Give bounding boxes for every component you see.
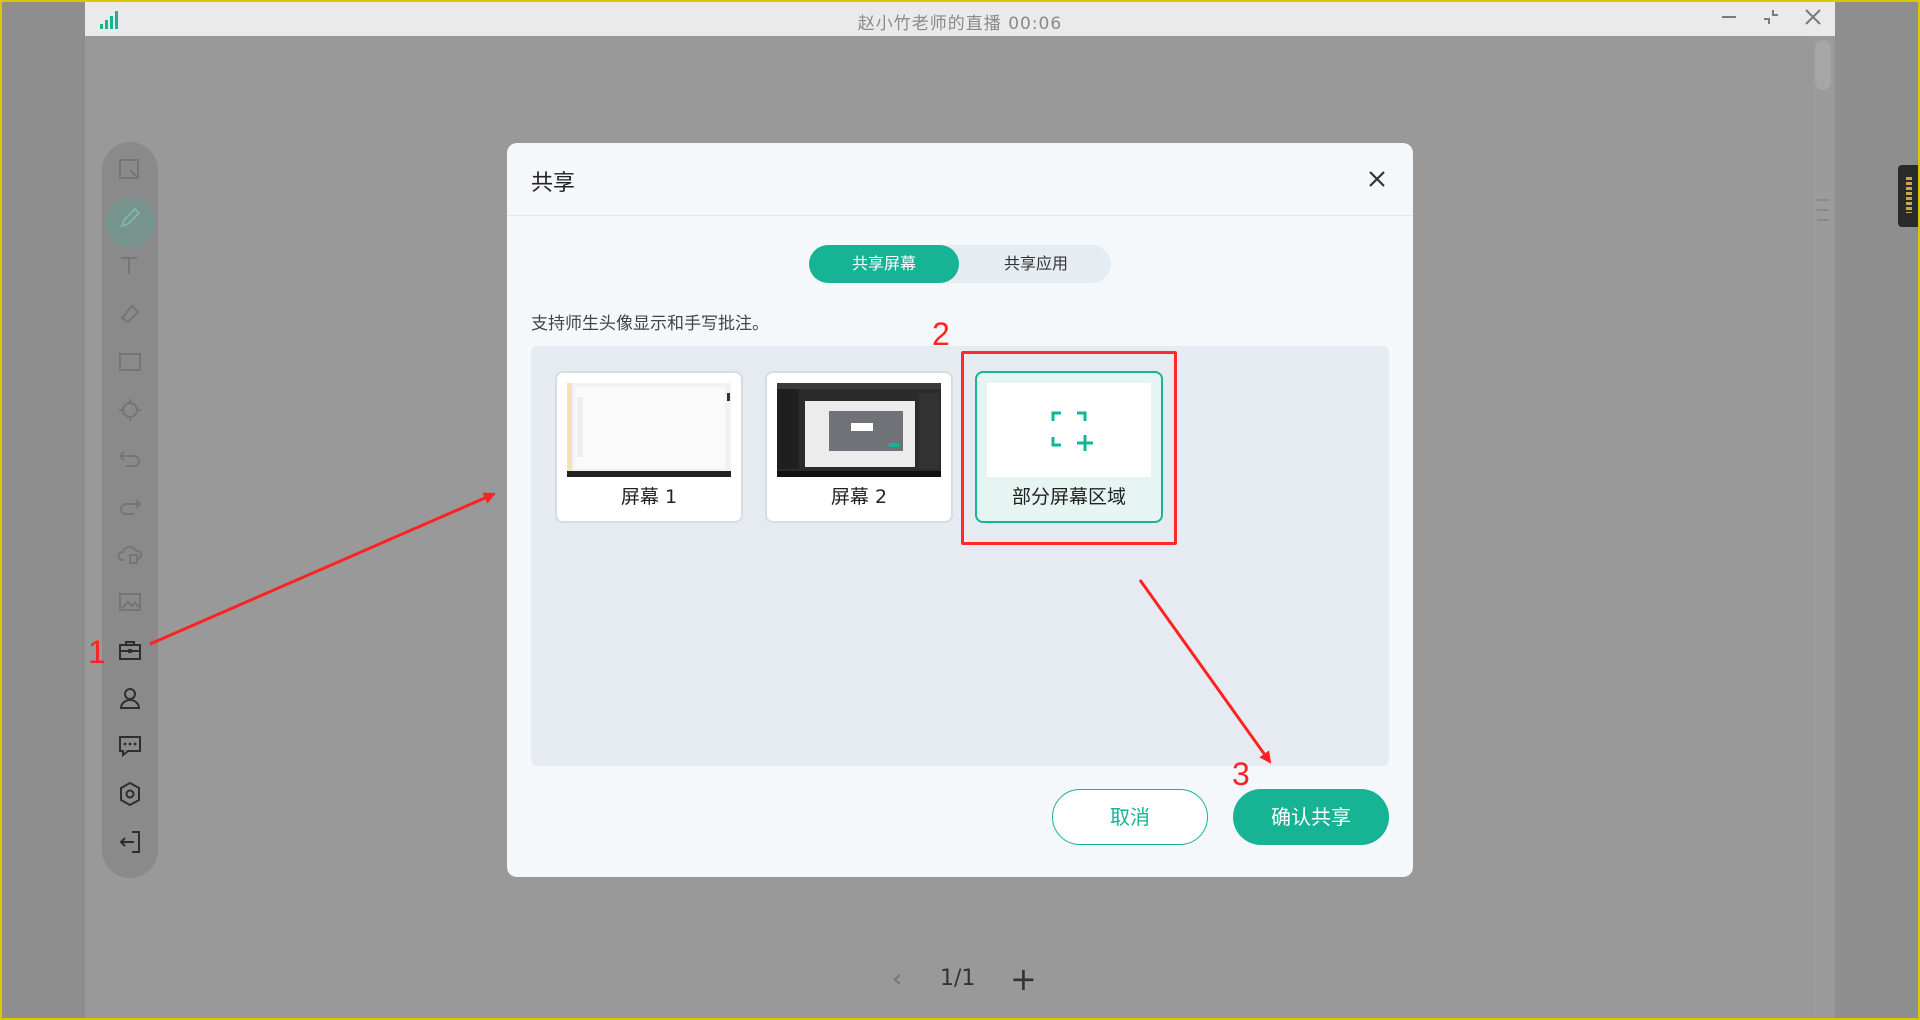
window-frame-border	[0, 0, 1920, 1020]
